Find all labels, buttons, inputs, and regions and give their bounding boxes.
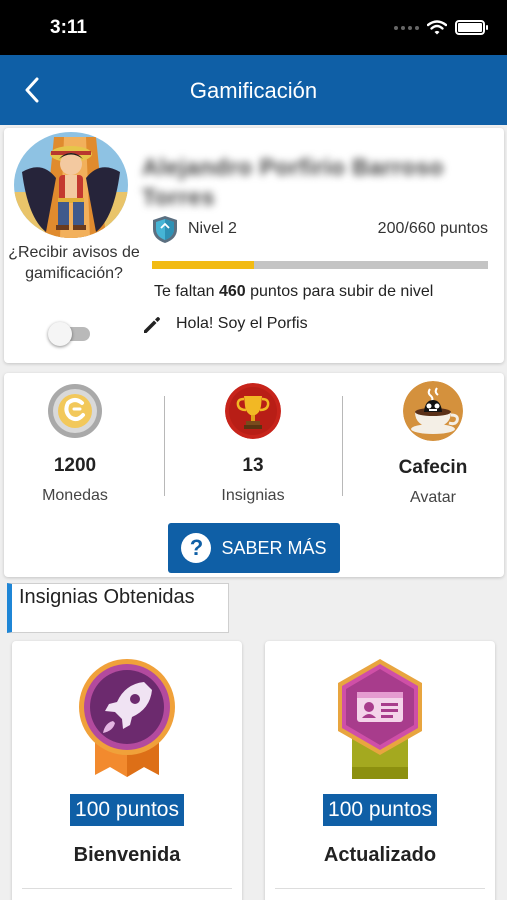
notifications-label: ¿Recibir avisos de gamificación? (8, 244, 140, 282)
signal-icon (394, 25, 419, 30)
learn-more-button[interactable]: ? SABER MÁS (168, 523, 340, 573)
level-label: Nivel 2 (188, 220, 237, 237)
badge-divider (275, 888, 485, 889)
status-bar: 3:11 (0, 0, 507, 55)
trophy-icon (225, 383, 281, 439)
shield-icon (153, 216, 177, 243)
battery-icon (455, 20, 488, 35)
pencil-icon[interactable] (142, 315, 162, 335)
page-title: Gamificación (189, 78, 318, 103)
badge-card[interactable]: 100 puntos Actualizado (265, 641, 495, 900)
stats-card: 1200 Monedas 13 Insignias Cafecin Avatar… (4, 373, 504, 577)
avatar-label: Avatar (410, 489, 456, 506)
stats-divider (164, 396, 165, 496)
rocket-badge-icon (12, 657, 242, 790)
remaining-points-text: Te faltan 460 puntos para subir de nivel (154, 283, 434, 300)
avatar-value: Cafecin (398, 457, 468, 478)
wifi-icon (427, 20, 447, 35)
avatar[interactable] (14, 132, 128, 238)
stats-divider (342, 396, 343, 496)
level-progress-bar (152, 261, 488, 269)
learn-more-label: SABER MÁS (221, 537, 327, 558)
remaining-points-value: 460 (218, 283, 246, 300)
badge-name: Actualizado (323, 844, 437, 866)
coins-value: 1200 (53, 455, 97, 476)
coins-stat: 1200 Monedas (0, 383, 150, 505)
avatar-stat: Cafecin Avatar (358, 381, 507, 507)
status-message: Hola! Soy el Porfis (176, 315, 308, 332)
points-label: 200/660 puntos (377, 220, 488, 237)
badges-value: 13 (242, 455, 264, 476)
user-name: Alejandro Porfirio Barroso Torres (142, 154, 444, 210)
app-bar: Gamificación (0, 55, 507, 125)
badge-points: 100 puntos (12, 794, 242, 826)
help-icon: ? (181, 533, 212, 563)
coin-icon (47, 383, 103, 439)
badge-name: Bienvenida (73, 844, 181, 866)
badges-stat: 13 Insignias (178, 383, 328, 505)
id-card-badge-icon (265, 657, 495, 790)
coins-label: Monedas (42, 487, 108, 504)
badge-points: 100 puntos (265, 794, 495, 826)
badge-divider (22, 888, 232, 889)
profile-card: ¿Recibir avisos de gamificación? Alejand… (4, 128, 504, 363)
badges-label: Insignias (221, 487, 285, 504)
coffee-avatar-icon (403, 381, 463, 441)
status-time: 3:11 (50, 17, 87, 38)
level-row: Nivel 2 200/660 puntos (152, 214, 490, 244)
pirate-avatar-icon (14, 132, 128, 238)
status-icons (394, 20, 488, 35)
notifications-toggle[interactable] (48, 321, 92, 346)
section-title: Insignias Obtenidas (7, 583, 229, 633)
level-progress-fill (152, 261, 254, 269)
badge-card[interactable]: 100 puntos Bienvenida (12, 641, 242, 900)
